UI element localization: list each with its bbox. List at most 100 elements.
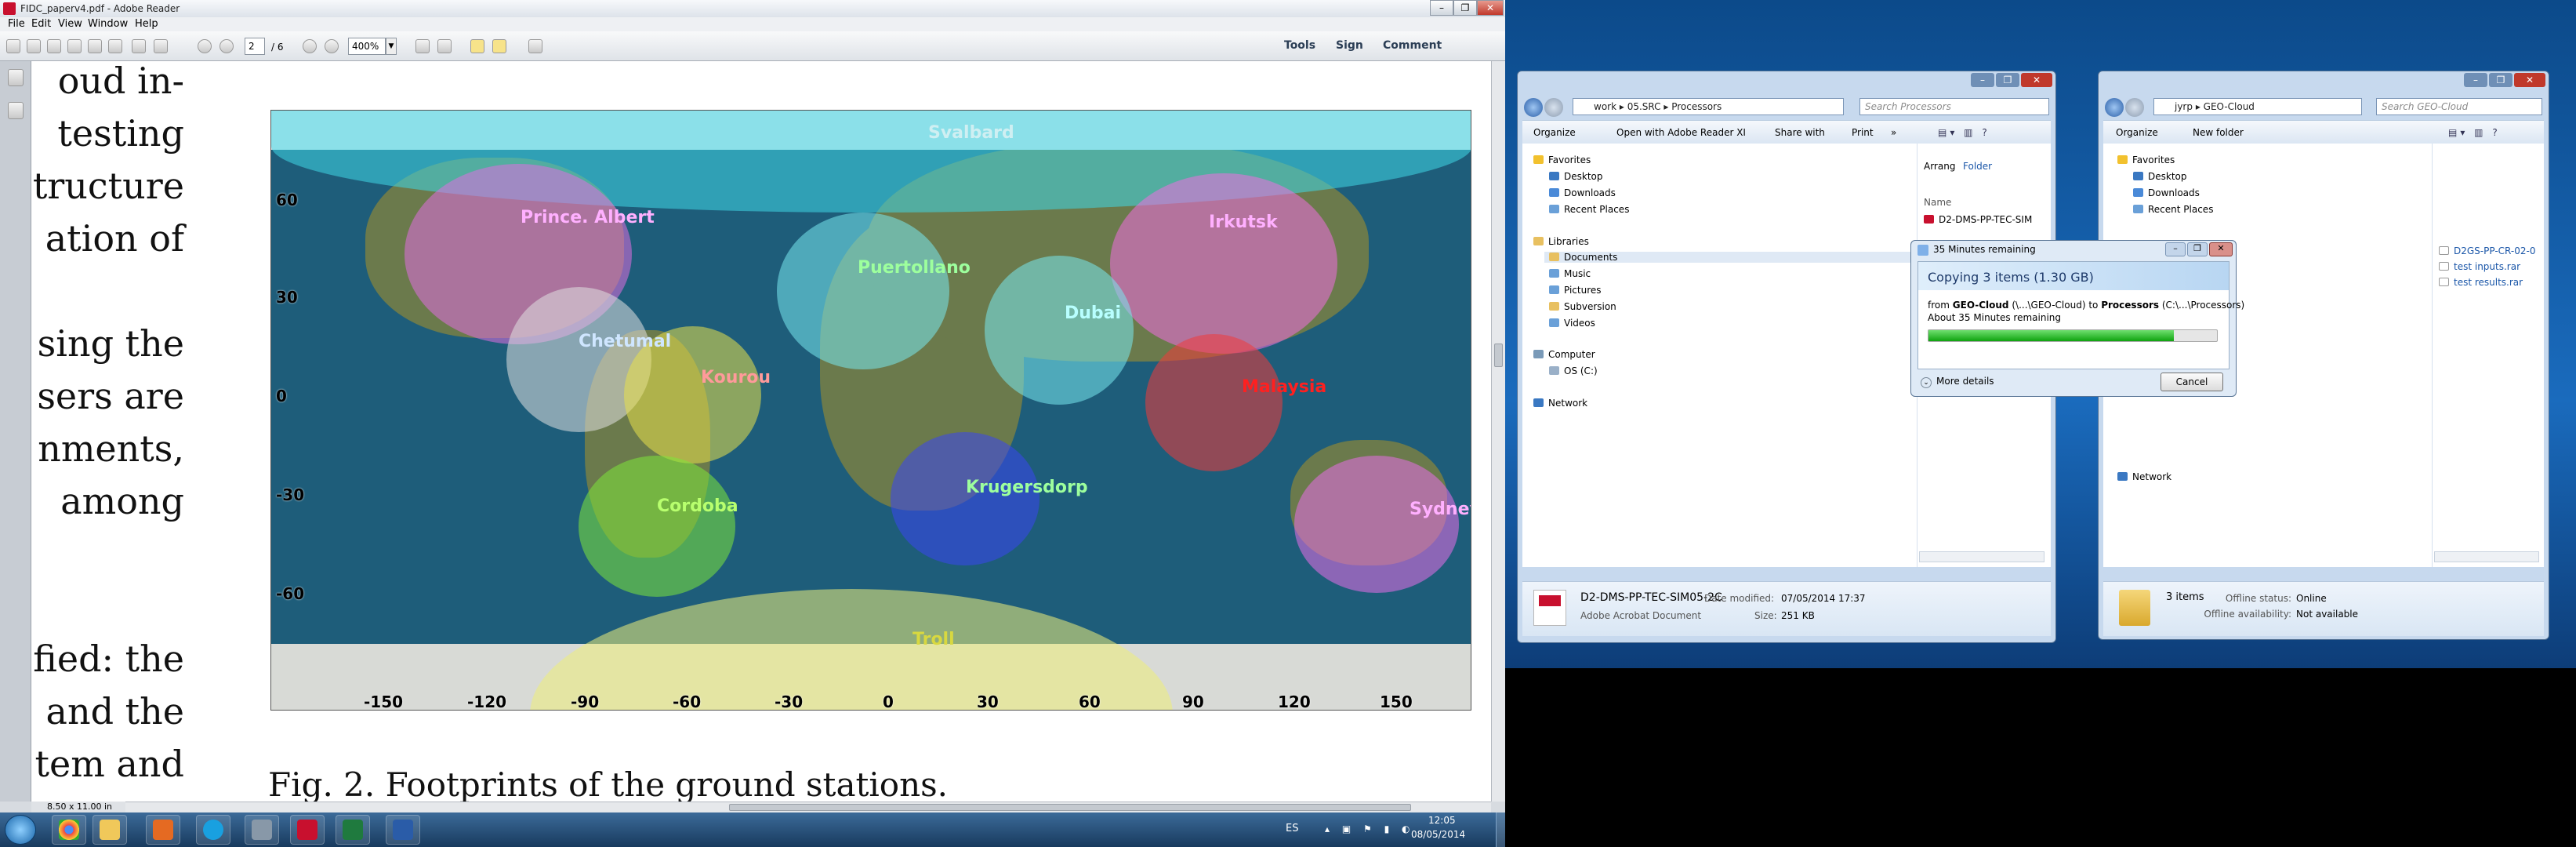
minimize-button[interactable]: – — [2165, 242, 2186, 256]
nav-network[interactable]: Network — [2117, 471, 2171, 482]
pages-panel-icon[interactable] — [8, 69, 24, 86]
breadcrumb-1[interactable]: work — [1594, 101, 1616, 112]
attachments-icon[interactable] — [8, 102, 24, 119]
excel-taskbar-button[interactable] — [336, 815, 370, 845]
read-mode-icon[interactable] — [528, 39, 542, 53]
print-icon[interactable] — [132, 39, 146, 53]
back-icon[interactable] — [2105, 98, 2124, 117]
more-commands-button[interactable]: » — [1891, 121, 1896, 144]
word-taskbar-button[interactable] — [386, 815, 420, 845]
nav-documents[interactable]: Documents — [1544, 252, 1913, 263]
tool-taskbar-button[interactable] — [245, 815, 279, 845]
view-icons[interactable]: ▤▾ ▥ ? — [1938, 121, 1990, 144]
start-button[interactable] — [5, 815, 36, 845]
breadcrumb-2[interactable]: 05.SRC — [1627, 101, 1661, 112]
new-folder-button[interactable]: New folder — [2193, 121, 2244, 144]
explorer-taskbar-button[interactable] — [93, 815, 127, 845]
upload-icon[interactable] — [88, 39, 102, 53]
search-input[interactable]: Search GEO-Cloud — [2376, 98, 2542, 115]
back-icon[interactable] — [1524, 98, 1543, 117]
horizontal-scrollbar[interactable] — [1919, 551, 2044, 562]
menu-help[interactable]: Help — [135, 17, 158, 31]
vertical-scrollbar[interactable] — [1491, 61, 1505, 802]
skype-taskbar-button[interactable] — [196, 815, 230, 845]
close-button[interactable]: ✕ — [1477, 0, 1504, 16]
nav-pictures[interactable]: Pictures — [1549, 285, 1602, 296]
close-button[interactable]: ✕ — [2514, 73, 2545, 87]
close-button[interactable]: ✕ — [2209, 242, 2233, 256]
menu-edit[interactable]: Edit — [31, 17, 51, 31]
file-item[interactable]: test results.rar — [2439, 277, 2523, 288]
nav-downloads[interactable]: Downloads — [1549, 187, 1616, 198]
nav-favorites[interactable]: Favorites — [1533, 154, 1591, 165]
clock-time[interactable]: 12:05 — [1428, 815, 1456, 826]
print-button[interactable]: Print — [1852, 121, 1874, 144]
scroll-thumb[interactable] — [1494, 344, 1503, 367]
nav-music[interactable]: Music — [1549, 268, 1591, 279]
share-with-button[interactable]: Share with — [1775, 121, 1825, 144]
nav-subversion[interactable]: Subversion — [1549, 301, 1616, 312]
sign-link[interactable]: Sign — [1336, 39, 1363, 52]
language-indicator[interactable]: ES — [1286, 823, 1298, 834]
search-input[interactable]: Search Processors — [1859, 98, 2049, 115]
nav-network[interactable]: Network — [1533, 398, 1587, 409]
comment-link[interactable]: Comment — [1383, 39, 1442, 52]
menu-window[interactable]: Window — [88, 17, 128, 31]
view-icons[interactable]: ▤▾ ▥ ? — [2448, 121, 2501, 144]
create-icon[interactable] — [6, 39, 20, 53]
cancel-button[interactable]: Cancel — [2161, 373, 2223, 391]
arrange-by-dropdown[interactable]: Folder — [1963, 161, 1992, 172]
nav-desktop[interactable]: Desktop — [2133, 171, 2187, 182]
save-icon[interactable] — [47, 39, 61, 53]
nav-desktop[interactable]: Desktop — [1549, 171, 1603, 182]
open-icon[interactable] — [27, 39, 41, 53]
organize-button[interactable]: Organize — [1533, 121, 1576, 144]
horizontal-scrollbar[interactable] — [2434, 551, 2539, 562]
prev-page-icon[interactable] — [198, 39, 212, 53]
more-details-toggle[interactable]: ⌄ More details — [1921, 376, 1994, 388]
zoom-input[interactable]: 400% — [348, 38, 386, 55]
menu-file[interactable]: File — [8, 17, 25, 31]
cloud-icon[interactable] — [67, 39, 82, 53]
nav-libraries[interactable]: Libraries — [1533, 236, 1589, 247]
close-button[interactable]: ✕ — [2021, 73, 2052, 87]
nav-videos[interactable]: Videos — [1549, 318, 1595, 329]
hscroll-thumb[interactable] — [729, 804, 1411, 811]
menu-view[interactable]: View — [58, 17, 82, 31]
zoom-in-icon[interactable] — [325, 39, 339, 53]
media-player-taskbar-button[interactable] — [146, 815, 180, 845]
tray-icons[interactable]: ▴ ▣ ⚑ ▮ ◐ — [1325, 823, 1419, 836]
nav-recent-places[interactable]: Recent Places — [2133, 204, 2213, 215]
nav-os-c[interactable]: OS (C:) — [1549, 365, 1598, 376]
minimize-button[interactable]: – — [1430, 0, 1453, 16]
forward-icon[interactable] — [1544, 98, 1563, 117]
fit-width-icon[interactable] — [437, 39, 452, 53]
minimize-button[interactable]: – — [1971, 73, 1994, 87]
address-bar[interactable]: jyrp ▸ GEO-Cloud — [2153, 98, 2362, 115]
breadcrumb-3[interactable]: Processors — [1671, 101, 1722, 112]
breadcrumb-1[interactable]: jyrp — [2175, 101, 2193, 112]
file-item[interactable]: test inputs.rar — [2439, 261, 2520, 272]
zoom-out-icon[interactable] — [303, 39, 317, 53]
email-icon[interactable] — [154, 39, 168, 53]
column-name[interactable]: Name — [1924, 197, 1951, 208]
nav-downloads[interactable]: Downloads — [2133, 187, 2200, 198]
fit-page-icon[interactable] — [415, 39, 430, 53]
next-page-icon[interactable] — [220, 39, 234, 53]
clock-date[interactable]: 08/05/2014 — [1411, 829, 1465, 840]
organize-button[interactable]: Organize — [2116, 121, 2158, 144]
sticky-note-icon[interactable] — [470, 39, 484, 53]
file-item[interactable]: D2GS-PP-CR-02-0 — [2439, 245, 2535, 256]
forward-icon[interactable] — [2125, 98, 2144, 117]
maximize-button[interactable]: ❐ — [2187, 242, 2208, 256]
nav-favorites[interactable]: Favorites — [2117, 154, 2175, 165]
address-bar[interactable]: work ▸ 05.SRC ▸ Processors — [1573, 98, 1844, 115]
nav-computer[interactable]: Computer — [1533, 349, 1595, 360]
open-with-button[interactable]: Open with Adobe Reader XI — [1616, 121, 1746, 144]
highlight-icon[interactable] — [492, 39, 506, 53]
adobe-reader-taskbar-button[interactable] — [290, 815, 325, 845]
maximize-button[interactable]: ❐ — [1996, 73, 2019, 87]
file-item[interactable]: D2-DMS-PP-TEC-SIM — [1924, 214, 2032, 225]
zoom-dropdown-icon[interactable]: ▼ — [386, 38, 397, 55]
tools-link[interactable]: Tools — [1284, 39, 1315, 52]
